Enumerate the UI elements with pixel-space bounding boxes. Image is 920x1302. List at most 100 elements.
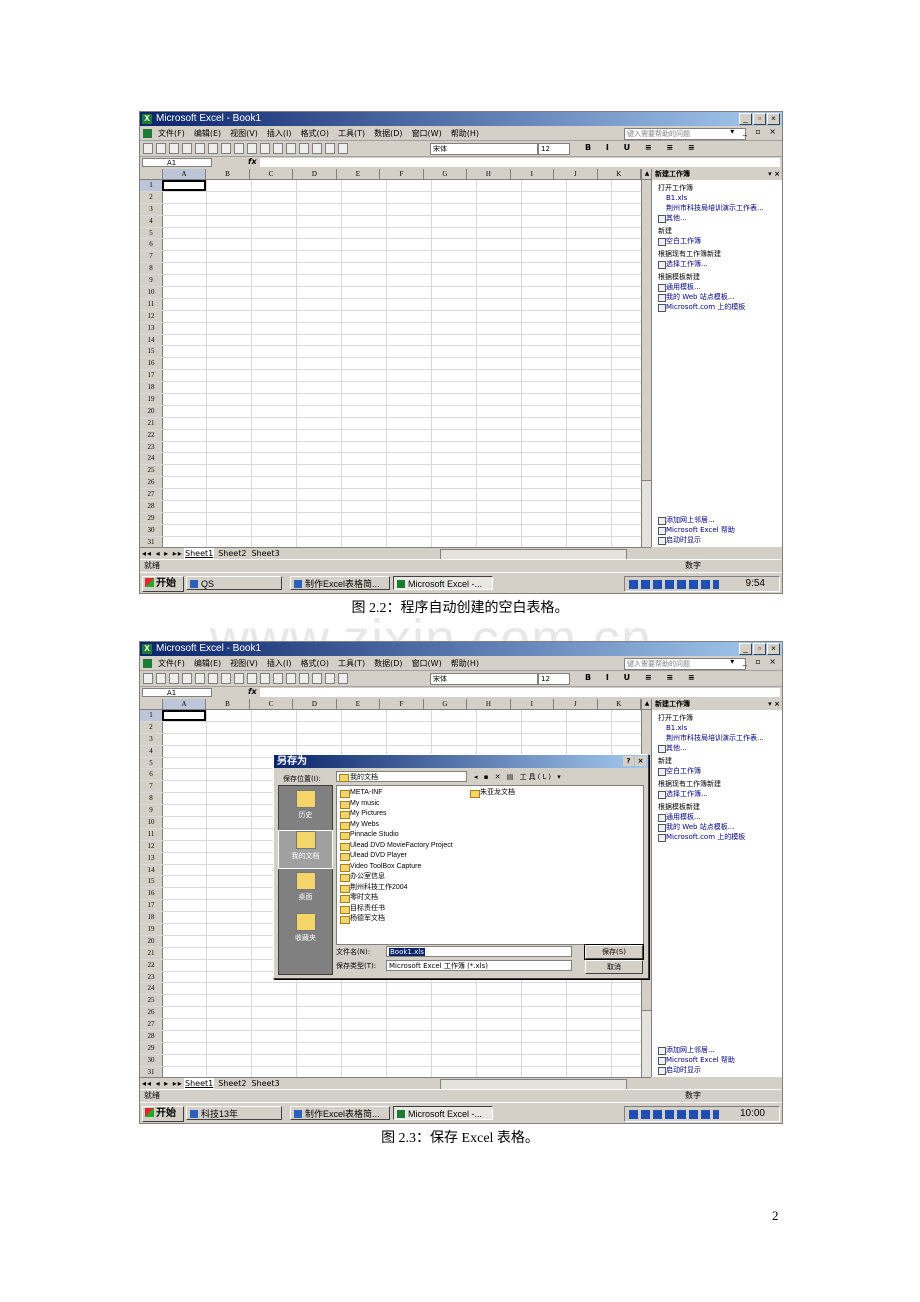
active-cell[interactable] (162, 710, 206, 721)
add-network-place-link[interactable]: 添加网上邻居... (652, 515, 782, 525)
row-header[interactable]: 9 (140, 805, 163, 817)
minimize-button[interactable]: _ (739, 113, 752, 125)
spelling-icon[interactable] (234, 673, 244, 684)
help-search-input[interactable]: 键入需要帮助的问题 (624, 128, 746, 140)
copy-icon[interactable] (260, 143, 270, 154)
folder-item[interactable]: My Webs (339, 820, 453, 831)
row-header[interactable]: 2 (140, 191, 163, 203)
restore-button[interactable]: ▫ (753, 113, 766, 125)
column-header[interactable]: E (337, 699, 381, 709)
folder-item[interactable]: Ulead DVD MovieFactory Project (339, 841, 453, 852)
filetype-select[interactable]: Microsoft Excel 工作簿 (*.xls) (386, 960, 572, 971)
menu-format[interactable]: 格式(O) (300, 128, 329, 139)
menu-view[interactable]: 视图(V) (230, 128, 258, 139)
hyperlink-icon[interactable] (286, 143, 296, 154)
blank-workbook-link[interactable]: 空白工作簿 (652, 766, 782, 776)
start-button[interactable]: 开始 (142, 1106, 184, 1122)
row-header[interactable]: 25 (140, 995, 163, 1007)
column-header[interactable]: H (467, 169, 511, 179)
general-templates-link[interactable]: 通用模板... (652, 282, 782, 292)
row-header[interactable]: 9 (140, 275, 163, 287)
help-icon[interactable] (338, 143, 348, 154)
column-header[interactable]: D (293, 169, 337, 179)
cut-icon[interactable] (247, 143, 257, 154)
row-header[interactable]: 5 (140, 227, 163, 239)
close-button[interactable]: × (767, 643, 780, 655)
row-header[interactable]: 12 (140, 840, 163, 852)
workbook-icon[interactable] (143, 658, 152, 668)
row-header[interactable]: 31 (140, 1066, 163, 1077)
cancel-button[interactable]: 取消 (585, 960, 643, 974)
ms-templates-link[interactable]: Microsoft.com 上的模板 (652, 302, 782, 312)
folder-item[interactable]: 荆州科技工作2004 (339, 883, 453, 894)
row-header[interactable]: 19 (140, 394, 163, 405)
recent-file[interactable]: B1.xls (652, 193, 782, 203)
excel-help-link[interactable]: Microsoft Excel 帮助 (652, 1055, 782, 1065)
row-header[interactable]: 23 (140, 971, 163, 983)
row-header[interactable]: 12 (140, 310, 163, 322)
workbook-icon[interactable] (143, 128, 152, 138)
folder-item[interactable]: Ulead DVD Player (339, 851, 453, 862)
tab-sheet2[interactable]: Sheet2 (217, 548, 247, 559)
tab-sheet2[interactable]: Sheet2 (217, 1078, 247, 1089)
web-templates-link[interactable]: 我的 Web 站点模板... (652, 822, 782, 832)
row-header[interactable]: 28 (140, 501, 163, 512)
font-size-select[interactable]: 12 (538, 673, 570, 685)
save-icon[interactable] (169, 673, 179, 684)
sort-icon[interactable] (312, 673, 322, 684)
tab-nav-arrows[interactable]: ◂◂ ◂ ▸ ▸▸ (142, 548, 183, 559)
row-header[interactable]: 3 (140, 733, 163, 745)
preview-icon[interactable] (221, 143, 231, 154)
row-header[interactable]: 16 (140, 888, 163, 900)
font-name-select[interactable]: 宋体 (430, 673, 538, 685)
active-cell[interactable] (162, 180, 206, 191)
save-button[interactable]: 保存(S) (584, 944, 644, 960)
menu-file[interactable]: 文件(F) (158, 658, 185, 669)
row-header[interactable]: 8 (140, 263, 163, 275)
folder-item[interactable]: 杨德军文档 (339, 914, 453, 925)
select-all-corner[interactable] (140, 699, 163, 709)
permission-icon[interactable] (182, 673, 192, 684)
menu-edit[interactable]: 编辑(E) (194, 128, 221, 139)
row-header[interactable]: 18 (140, 382, 163, 394)
column-header[interactable]: K (598, 169, 641, 179)
row-header[interactable]: 27 (140, 1019, 163, 1031)
row-header[interactable]: 23 (140, 441, 163, 453)
row-header[interactable]: 7 (140, 251, 163, 263)
menu-view[interactable]: 视图(V) (230, 658, 258, 669)
row-header[interactable]: 24 (140, 983, 163, 995)
column-header[interactable]: I (511, 169, 555, 179)
taskbar-doc[interactable]: 制作Excel表格简... (290, 1106, 390, 1120)
show-at-startup-checkbox[interactable]: 启动时显示 (652, 1065, 782, 1075)
web-templates-link[interactable]: 我的 Web 站点模板... (652, 292, 782, 302)
row-header[interactable]: 26 (140, 1007, 163, 1019)
column-header[interactable]: D (293, 699, 337, 709)
row-header[interactable]: 17 (140, 900, 163, 912)
menu-format[interactable]: 格式(O) (300, 658, 329, 669)
help-icon[interactable] (338, 673, 348, 684)
place-history[interactable]: 历史 (279, 790, 332, 827)
menu-help[interactable]: 帮助(H) (451, 658, 479, 669)
row-header[interactable]: 20 (140, 405, 163, 417)
row-header[interactable]: 18 (140, 912, 163, 924)
row-header[interactable]: 4 (140, 745, 163, 757)
task-pane-close-icon[interactable]: ▾ × (768, 699, 780, 710)
name-box[interactable]: A1 (142, 158, 212, 167)
worksheet-grid[interactable]: A B C D E F G H I J K 1 2 3 4 5 6 7 8 9 10 11 12 13 1… (140, 169, 641, 547)
row-header[interactable]: 27 (140, 489, 163, 501)
folder-item[interactable]: 朱亚龙文档 (469, 788, 515, 799)
row-header[interactable]: 13 (140, 322, 163, 334)
autosum-icon[interactable] (299, 673, 309, 684)
row-header[interactable]: 25 (140, 465, 163, 477)
row-header[interactable]: 29 (140, 512, 163, 524)
row-header[interactable]: 6 (140, 239, 163, 251)
menu-tools[interactable]: 工具(T) (338, 128, 365, 139)
tab-nav-arrows[interactable]: ◂◂ ◂ ▸ ▸▸ (142, 1078, 183, 1089)
save-icon[interactable] (169, 143, 179, 154)
ms-templates-link[interactable]: Microsoft.com 上的模板 (652, 832, 782, 842)
menu-data[interactable]: 数据(D) (374, 658, 402, 669)
column-header[interactable]: A (162, 699, 207, 709)
row-header[interactable]: 30 (140, 1054, 163, 1066)
row-header[interactable]: 6 (140, 769, 163, 781)
row-header[interactable]: 22 (140, 429, 163, 441)
